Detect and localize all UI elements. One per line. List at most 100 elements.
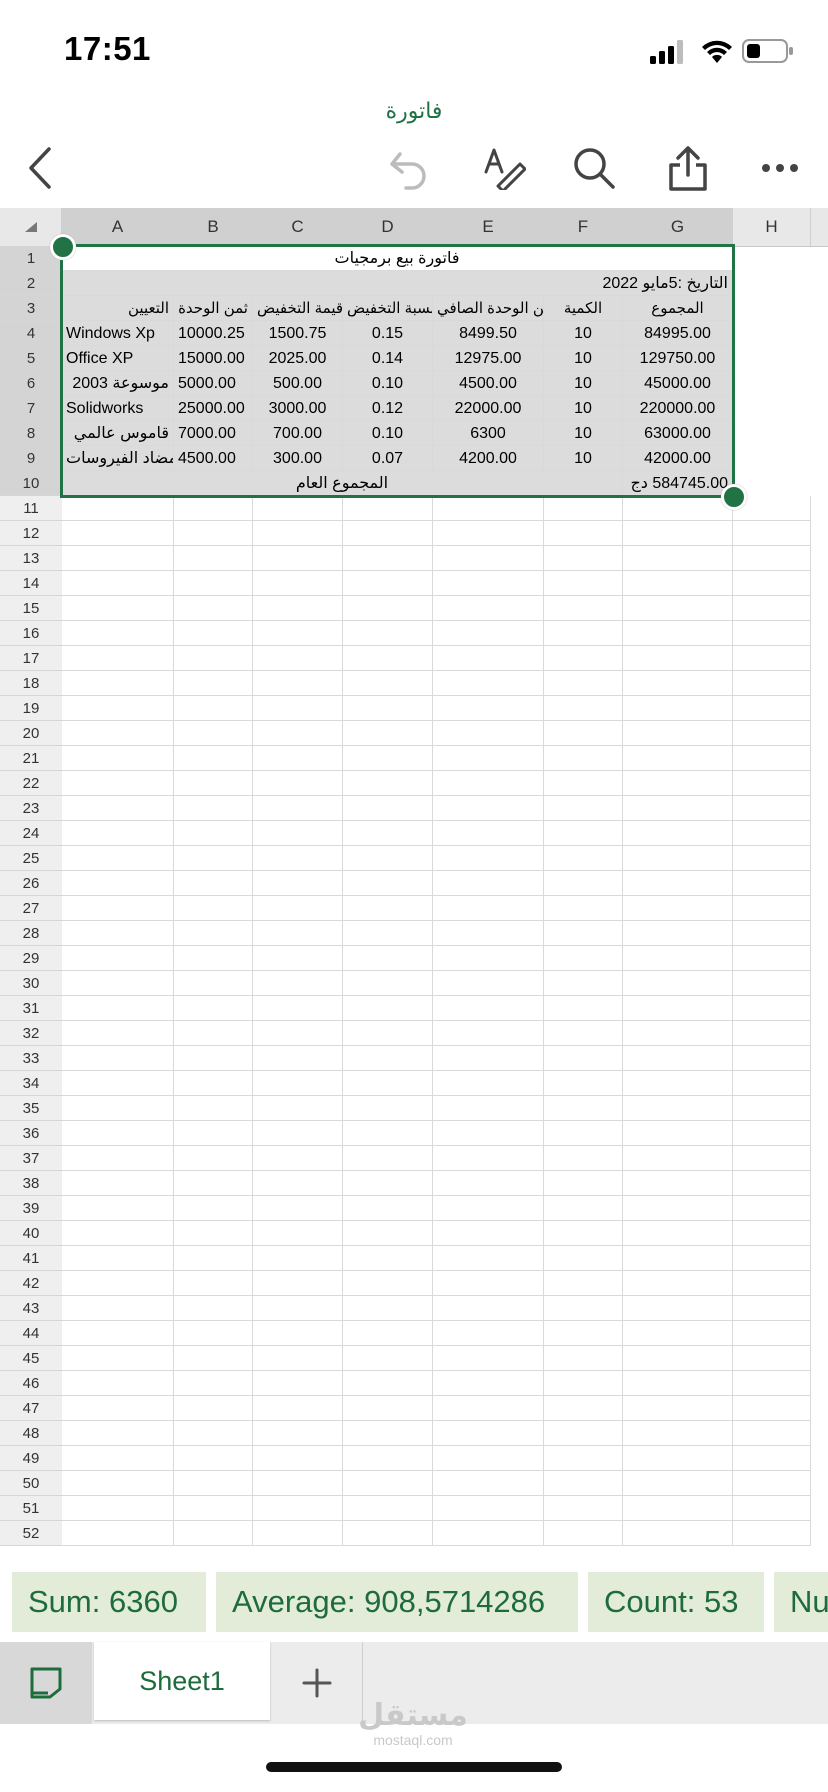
cell-b46[interactable] [174, 1371, 253, 1396]
cell-b34[interactable] [174, 1071, 253, 1096]
cell-f44[interactable] [544, 1321, 623, 1346]
cell-e29[interactable] [433, 946, 544, 971]
row-header-17[interactable]: 17 [0, 646, 62, 671]
cell-d17[interactable] [343, 646, 433, 671]
cell-f26[interactable] [544, 871, 623, 896]
cell-h39[interactable] [733, 1196, 811, 1221]
cell-e16[interactable] [433, 621, 544, 646]
cell-h40[interactable] [733, 1221, 811, 1246]
cell-c12[interactable] [253, 521, 343, 546]
cell-a21[interactable] [62, 746, 174, 771]
cell-c21[interactable] [253, 746, 343, 771]
cell-b12[interactable] [174, 521, 253, 546]
tab-sheet1[interactable]: Sheet1 [94, 1642, 270, 1720]
cell-g24[interactable] [623, 821, 733, 846]
row-header-49[interactable]: 49 [0, 1446, 62, 1471]
cell-c4[interactable]: 1500.75 [253, 321, 343, 346]
cell-d11[interactable] [343, 496, 433, 521]
cell-h42[interactable] [733, 1271, 811, 1296]
cell-e17[interactable] [433, 646, 544, 671]
cell-c38[interactable] [253, 1171, 343, 1196]
cell-d5[interactable]: 0.14 [343, 346, 433, 371]
cell-a13[interactable] [62, 546, 174, 571]
cell-d13[interactable] [343, 546, 433, 571]
cell-c17[interactable] [253, 646, 343, 671]
cell-h20[interactable] [733, 721, 811, 746]
row-header-4[interactable]: 4 [0, 321, 62, 346]
cell-f14[interactable] [544, 571, 623, 596]
draw-button[interactable] [476, 140, 532, 196]
cell-g5[interactable]: 129750.00 [623, 346, 733, 371]
cell-e22[interactable] [433, 771, 544, 796]
selection-handle-bottom-right[interactable] [721, 484, 747, 510]
cell-b47[interactable] [174, 1396, 253, 1421]
cell-g48[interactable] [623, 1421, 733, 1446]
cell-d9[interactable]: 0.07 [343, 446, 433, 471]
cell-f4[interactable]: 10 [544, 321, 623, 346]
cell-c52[interactable] [253, 1521, 343, 1546]
cell-a16[interactable] [62, 621, 174, 646]
cell-h52[interactable] [733, 1521, 811, 1546]
cell-d21[interactable] [343, 746, 433, 771]
cell-c49[interactable] [253, 1446, 343, 1471]
row-header-23[interactable]: 23 [0, 796, 62, 821]
column-header-b[interactable]: B [174, 208, 253, 246]
cell-c14[interactable] [253, 571, 343, 596]
header-cell-g[interactable]: المجموع [623, 296, 733, 321]
cell-g25[interactable] [623, 846, 733, 871]
cell-e24[interactable] [433, 821, 544, 846]
row-header-18[interactable]: 18 [0, 671, 62, 696]
cell-f38[interactable] [544, 1171, 623, 1196]
cell-h15[interactable] [733, 596, 811, 621]
cell-f8[interactable]: 10 [544, 421, 623, 446]
cell-b33[interactable] [174, 1046, 253, 1071]
cell-b41[interactable] [174, 1246, 253, 1271]
row-header-38[interactable]: 38 [0, 1171, 62, 1196]
cell-c6[interactable]: 500.00 [253, 371, 343, 396]
cell-a38[interactable] [62, 1171, 174, 1196]
cell-f40[interactable] [544, 1221, 623, 1246]
cell-c23[interactable] [253, 796, 343, 821]
cell-c40[interactable] [253, 1221, 343, 1246]
cell-e35[interactable] [433, 1096, 544, 1121]
cell-c39[interactable] [253, 1196, 343, 1221]
column-header-h[interactable]: H [733, 208, 811, 246]
row-header-10[interactable]: 10 [0, 471, 62, 496]
cell-f39[interactable] [544, 1196, 623, 1221]
cell-f19[interactable] [544, 696, 623, 721]
cell-h36[interactable] [733, 1121, 811, 1146]
cell-g30[interactable] [623, 971, 733, 996]
header-cell-b[interactable]: ثمن الوحدة [174, 296, 253, 321]
cell-d14[interactable] [343, 571, 433, 596]
cell-b14[interactable] [174, 571, 253, 596]
cell-a30[interactable] [62, 971, 174, 996]
cell-h16[interactable] [733, 621, 811, 646]
cell-c41[interactable] [253, 1246, 343, 1271]
cell-f13[interactable] [544, 546, 623, 571]
cell-h27[interactable] [733, 896, 811, 921]
cell-h33[interactable] [733, 1046, 811, 1071]
cell-f12[interactable] [544, 521, 623, 546]
row-header-33[interactable]: 33 [0, 1046, 62, 1071]
cell-a43[interactable] [62, 1296, 174, 1321]
cell-b20[interactable] [174, 721, 253, 746]
cell-e45[interactable] [433, 1346, 544, 1371]
cell-a7[interactable]: Solidworks [62, 396, 174, 421]
cell-e31[interactable] [433, 996, 544, 1021]
cell-f34[interactable] [544, 1071, 623, 1096]
cell-d41[interactable] [343, 1246, 433, 1271]
cell-e40[interactable] [433, 1221, 544, 1246]
cell-d19[interactable] [343, 696, 433, 721]
cell-e12[interactable] [433, 521, 544, 546]
cell-b31[interactable] [174, 996, 253, 1021]
cell-d49[interactable] [343, 1446, 433, 1471]
cell-f47[interactable] [544, 1396, 623, 1421]
cell-a6[interactable]: موسوعة 2003 [62, 371, 174, 396]
cell-b43[interactable] [174, 1296, 253, 1321]
cell-d46[interactable] [343, 1371, 433, 1396]
cell-e5[interactable]: 12975.00 [433, 346, 544, 371]
cell-f33[interactable] [544, 1046, 623, 1071]
cell-a34[interactable] [62, 1071, 174, 1096]
cell-f7[interactable]: 10 [544, 396, 623, 421]
header-cell-d[interactable]: نسبة التخفيض [343, 296, 433, 321]
